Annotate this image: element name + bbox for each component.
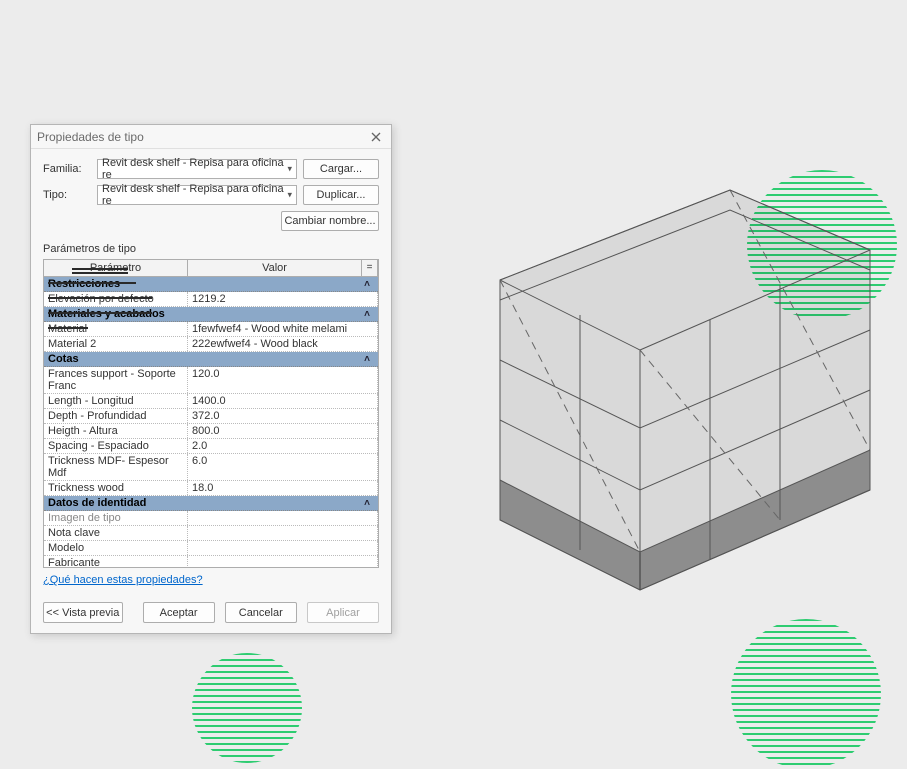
- load-button[interactable]: Cargar...: [303, 159, 379, 179]
- col-value: Valor: [188, 260, 362, 276]
- accept-button[interactable]: Aceptar: [143, 602, 215, 623]
- cancel-button[interactable]: Cancelar: [225, 602, 297, 623]
- type-select[interactable]: Revit desk shelf - Repisa para oficina r…: [97, 185, 297, 205]
- table-row[interactable]: Material 2 222ewfwef4 - Wood black: [44, 337, 378, 352]
- decorative-stripes-2: [731, 619, 881, 769]
- collapse-icon[interactable]: ˄: [360, 498, 374, 509]
- rename-button[interactable]: Cambiar nombre...: [281, 211, 379, 231]
- close-icon[interactable]: [367, 128, 385, 146]
- table-row[interactable]: Material 1fewfwef4 - Wood white melami: [44, 322, 378, 337]
- table-row[interactable]: Fabricante: [44, 556, 378, 567]
- decorative-stripes-3: [192, 653, 302, 763]
- collapse-icon[interactable]: ˄: [360, 279, 374, 290]
- dialog-title: Propiedades de tipo: [37, 130, 367, 144]
- section-identidad[interactable]: Datos de identidad ˄: [44, 496, 378, 511]
- family-label: Familia:: [43, 163, 91, 175]
- table-row[interactable]: Trickness MDF- Espesor Mdf6.0: [44, 454, 378, 481]
- table-row[interactable]: Depth - Profundidad372.0: [44, 409, 378, 424]
- table-row[interactable]: Elevación por defecto 1219.2: [44, 292, 378, 307]
- table-row[interactable]: Heigth - Altura800.0: [44, 424, 378, 439]
- section-restricciones[interactable]: Restricciones ˄: [44, 277, 378, 292]
- section-cotas[interactable]: Cotas ˄: [44, 352, 378, 367]
- family-select[interactable]: Revit desk shelf - Repisa para oficina r…: [97, 159, 297, 179]
- table-row[interactable]: Imagen de tipo: [44, 511, 378, 526]
- duplicate-button[interactable]: Duplicar...: [303, 185, 379, 205]
- table-row[interactable]: Spacing - Espaciado2.0: [44, 439, 378, 454]
- preview-button[interactable]: << Vista previa: [43, 602, 123, 623]
- model-viewport[interactable]: [450, 160, 890, 620]
- col-equals: =: [362, 260, 378, 276]
- table-row[interactable]: Trickness wood18.0: [44, 481, 378, 496]
- help-link[interactable]: ¿Qué hacen estas propiedades?: [43, 574, 379, 586]
- titlebar: Propiedades de tipo: [31, 125, 391, 149]
- chevron-down-icon: ▾: [287, 164, 292, 175]
- table-row[interactable]: Frances support - Soporte Franc120.0: [44, 367, 378, 394]
- collapse-icon[interactable]: ˄: [360, 354, 374, 365]
- chevron-down-icon: ▾: [287, 190, 292, 201]
- table-row[interactable]: Nota clave: [44, 526, 378, 541]
- section-materiales[interactable]: Materiales y acabados ˄: [44, 307, 378, 322]
- table-body[interactable]: Restricciones ˄ Elevación por defecto 12…: [44, 277, 378, 567]
- type-select-value: Revit desk shelf - Repisa para oficina r…: [102, 183, 292, 207]
- parameters-label: Parámetros de tipo: [43, 243, 379, 255]
- table-row[interactable]: Length - Longitud1400.0: [44, 394, 378, 409]
- collapse-icon[interactable]: ˄: [360, 309, 374, 320]
- family-select-value: Revit desk shelf - Repisa para oficina r…: [102, 157, 292, 181]
- type-label: Tipo:: [43, 189, 91, 201]
- table-row[interactable]: Modelo: [44, 541, 378, 556]
- parameters-table: Parámetro Valor = Restricciones ˄ Elevac…: [43, 259, 379, 568]
- type-properties-dialog: Propiedades de tipo Familia: Revit desk …: [30, 124, 392, 634]
- apply-button[interactable]: Aplicar: [307, 602, 379, 623]
